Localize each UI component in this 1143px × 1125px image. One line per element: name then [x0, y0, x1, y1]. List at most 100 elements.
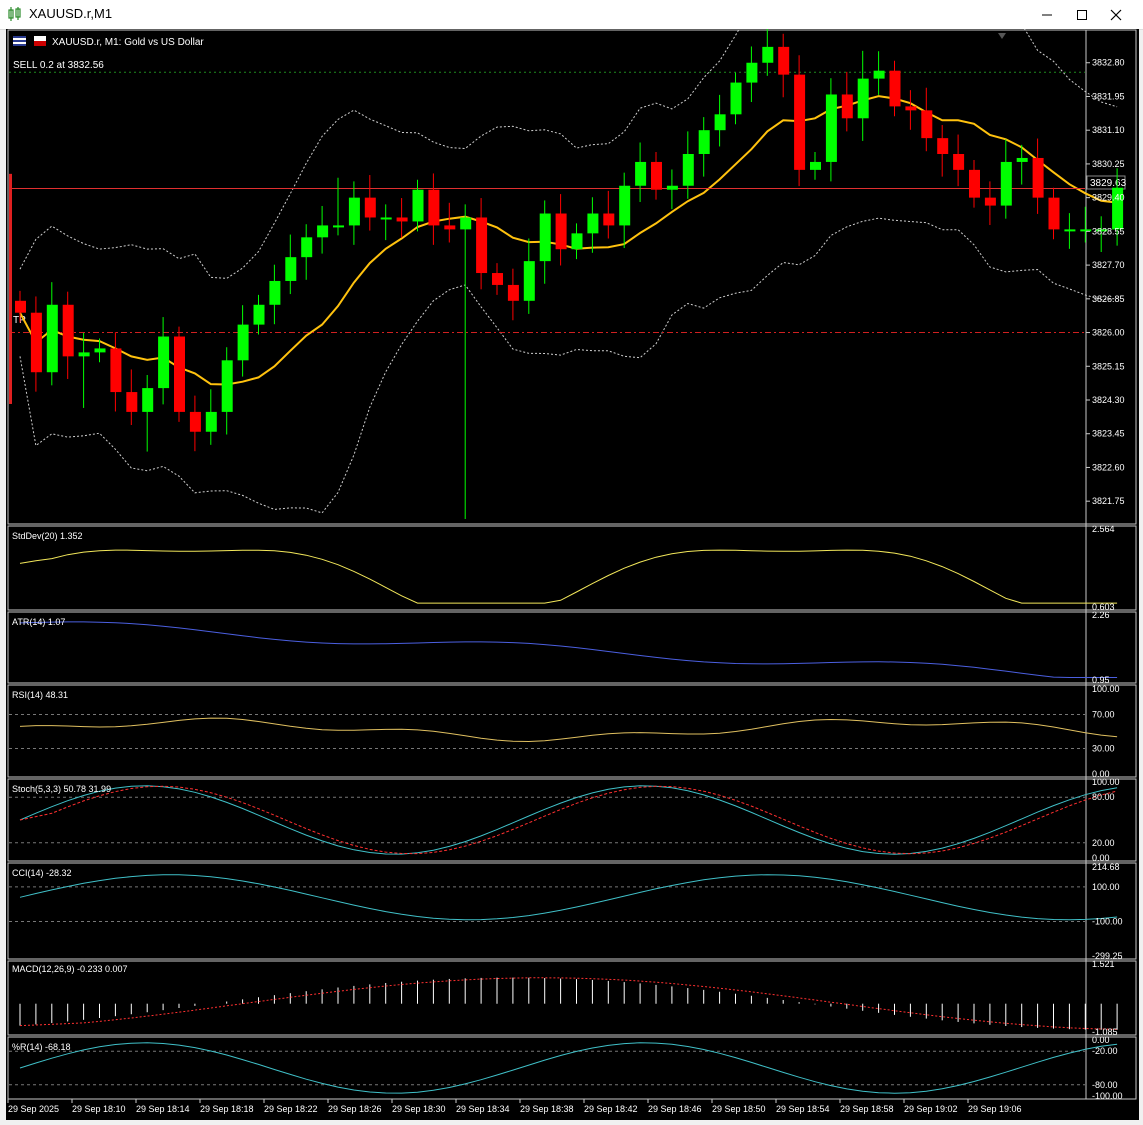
candle-body [348, 197, 360, 226]
candle-body [126, 392, 138, 412]
cci-panel-border [7, 862, 1137, 960]
indicator-axis-label: -20.00 [1092, 1046, 1118, 1056]
price-axis-label: 3830.25 [1092, 159, 1125, 169]
indicator-axis-label: 80.00 [1092, 792, 1115, 802]
price-axis-label: 3829.40 [1092, 193, 1125, 203]
time-axis-label: 29 Sep 18:10 [72, 1104, 126, 1114]
candle-body [539, 213, 551, 262]
candle-body [651, 161, 662, 190]
candle-body [698, 130, 710, 154]
open-position-marker [9, 173, 12, 404]
time-axis-label: 29 Sep 18:58 [840, 1104, 894, 1114]
candle-body [158, 336, 170, 389]
macd-label: MACD(12,26,9) -0.233 0.007 [12, 964, 128, 974]
price-chart[interactable]: XAUUSD.r, M1: Gold vs US Dollar SELL 0.2… [6, 0, 1139, 1120]
stddev-label: StdDev(20) 1.352 [12, 531, 83, 541]
macd-signal-line [19, 977, 1118, 1030]
candle-body [444, 225, 456, 230]
candle-body [142, 388, 154, 412]
candle-body [905, 106, 917, 111]
indicator-axis-label: 2.564 [1092, 524, 1115, 534]
candle-body [921, 110, 933, 139]
candle-body [555, 213, 567, 250]
chart-window[interactable]: XAUUSD.r, M1: Gold vs US Dollar SELL 0.2… [6, 0, 1139, 1120]
candle-body [1016, 157, 1028, 162]
indicator-axis-label: 1.521 [1092, 959, 1115, 969]
time-axis-label: 29 Sep 18:38 [520, 1104, 574, 1114]
candle-body [571, 233, 583, 250]
candle-body [666, 185, 678, 190]
candle-body [380, 217, 392, 220]
candle-body [841, 94, 853, 119]
stoch-label: Stoch(5,3,3) 50.78 31.99 [12, 784, 111, 794]
price-axis-label: 3827.70 [1092, 260, 1125, 270]
cci-label: CCI(14) -28.32 [12, 868, 72, 878]
candle-body [46, 304, 58, 373]
candle-body [635, 161, 647, 186]
wpr-line [19, 1042, 1118, 1094]
candle-body [937, 138, 949, 154]
candle-body [189, 411, 201, 432]
candle-body [492, 273, 503, 285]
price-axis-label: 3826.85 [1092, 294, 1125, 304]
time-axis-label: 29 Sep 18:46 [648, 1104, 702, 1114]
chart-symbol-header: XAUUSD.r, M1: Gold vs US Dollar [13, 36, 204, 48]
candle-body [62, 304, 74, 357]
time-axis-label: 29 Sep 18:34 [456, 1104, 510, 1114]
macd-panel-border [7, 960, 1137, 1036]
indicator-axis-label: 100.00 [1092, 777, 1120, 787]
candle-body [603, 213, 615, 226]
candle-body [873, 70, 885, 79]
cci-line [19, 874, 1118, 921]
time-axis-label: 29 Sep 19:06 [968, 1104, 1022, 1114]
price-axis-label: 3823.45 [1092, 429, 1125, 439]
candle-body [15, 300, 26, 313]
candle-body [1000, 161, 1012, 206]
indicator-axis-label: 214.68 [1092, 862, 1120, 872]
atr-line [19, 621, 1118, 678]
candle-body [333, 225, 344, 228]
candle-body [221, 360, 233, 412]
candle-body [794, 74, 806, 170]
candle-body [1048, 197, 1060, 230]
candle-body [825, 94, 837, 162]
price-axis-label: 3824.30 [1092, 395, 1125, 405]
candle-body [746, 62, 758, 83]
candle-body [317, 225, 329, 238]
price-axis-label: 3832.80 [1092, 58, 1125, 68]
wpr-label: %R(14) -68.18 [12, 1042, 71, 1052]
candle-body [969, 169, 980, 198]
close-icon [1110, 9, 1122, 20]
chart-shift-icon[interactable] [998, 33, 1006, 39]
time-axis-label: 29 Sep 18:54 [776, 1104, 830, 1114]
price-axis-label: 3831.10 [1092, 125, 1125, 135]
close-button[interactable] [1093, 0, 1139, 29]
price-axis-label: 3826.00 [1092, 328, 1125, 338]
wpr-panel-border [7, 1036, 1137, 1100]
sell-order-label[interactable]: SELL 0.2 at 3832.56 [13, 60, 104, 71]
candle-body [953, 154, 965, 170]
candle-body [810, 161, 821, 170]
indicator-axis-label: 100.00 [1092, 684, 1120, 694]
indicator-axis-label: 70.00 [1092, 710, 1115, 720]
candle-body [523, 261, 535, 301]
candle-body [778, 46, 790, 75]
candle-body [428, 189, 440, 226]
time-axis-label: 29 Sep 18:22 [264, 1104, 318, 1114]
candle-body [110, 348, 122, 393]
candle-body [237, 324, 249, 361]
main-panel-border [7, 29, 1137, 525]
indicator-axis-label: -100.00 [1092, 1091, 1123, 1101]
price-axis-label: 3821.75 [1092, 496, 1125, 506]
indicator-axis-label: 100.00 [1092, 882, 1120, 892]
candle-body [253, 304, 265, 325]
candle-body [1032, 157, 1044, 198]
indicator-axis-label: 30.00 [1092, 744, 1115, 754]
time-axis-label: 29 Sep 18:30 [392, 1104, 446, 1114]
candle-body [476, 217, 488, 274]
time-axis-label: 29 Sep 18:50 [712, 1104, 766, 1114]
candle-body [762, 46, 774, 63]
indicator-axis-label: -100.00 [1092, 916, 1123, 926]
candle-body [714, 114, 726, 131]
stddev-panel-border [7, 525, 1137, 611]
